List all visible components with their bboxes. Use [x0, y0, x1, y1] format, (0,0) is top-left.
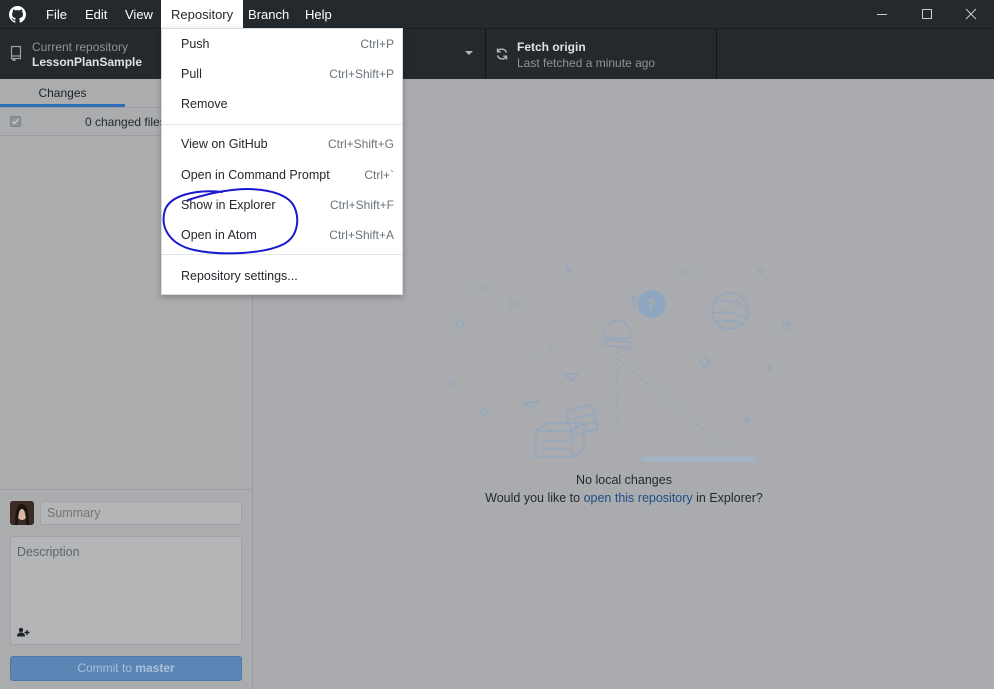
minimize-button[interactable]: [859, 0, 905, 28]
menu-item-push[interactable]: Push Ctrl+P: [162, 31, 402, 57]
menu-edit[interactable]: Edit: [75, 0, 117, 28]
menu-item-open-in-command-prompt[interactable]: Open in Command Prompt Ctrl+`: [162, 162, 402, 188]
show-in-explorer-label: Show in Explorer: [181, 198, 276, 212]
minimize-icon: [877, 14, 887, 15]
toolbar: Current repository LessonPlanSample Fetc…: [0, 28, 994, 80]
menu-item-show-in-explorer[interactable]: Show in Explorer Ctrl+Shift+F: [162, 192, 402, 218]
blank-slate-illustration-icon: ?: [448, 266, 790, 462]
view-on-github-shortcut: Ctrl+Shift+G: [327, 137, 394, 151]
description-placeholder: Description: [17, 545, 80, 559]
close-button[interactable]: [948, 0, 994, 28]
commit-branch-name: master: [135, 661, 175, 675]
select-all-checkbox[interactable]: [10, 116, 21, 127]
no-local-changes-title: No local changes: [576, 473, 672, 487]
last-fetched-text: Last fetched a minute ago: [517, 56, 656, 70]
repository-settings-label: Repository settings...: [181, 269, 298, 283]
show-in-explorer-shortcut: Ctrl+Shift+F: [329, 198, 394, 212]
fetch-origin-button[interactable]: Fetch origin Last fetched a minute ago: [486, 29, 717, 80]
commit-message-area: Description Commit to master: [0, 489, 253, 689]
tab-changes[interactable]: Changes: [0, 79, 125, 107]
hint-prefix: Would you like to: [485, 491, 584, 505]
avatar-image: [10, 501, 34, 525]
changed-files-count: 0 changed files: [85, 115, 166, 129]
open-repository-link[interactable]: open this repository: [584, 491, 693, 505]
fetch-origin-label: Fetch origin: [517, 40, 586, 54]
menu-item-pull[interactable]: Pull Ctrl+Shift+P: [162, 61, 402, 87]
menu-item-view-on-github[interactable]: View on GitHub Ctrl+Shift+G: [162, 131, 402, 157]
maximize-button[interactable]: [904, 0, 950, 28]
description-field[interactable]: Description: [10, 536, 242, 645]
open-in-command-prompt-shortcut: Ctrl+`: [364, 168, 394, 182]
summary-input[interactable]: [40, 501, 242, 525]
push-label: Push: [181, 37, 210, 51]
pull-shortcut: Ctrl+Shift+P: [329, 67, 394, 81]
menu-repository[interactable]: Repository: [161, 0, 244, 28]
commit-button-prefix: Commit to: [77, 661, 136, 675]
remove-label: Remove: [181, 97, 228, 111]
menu-file[interactable]: File: [36, 0, 77, 28]
sync-icon: [496, 48, 508, 60]
check-icon: [12, 118, 19, 125]
svg-text:?: ?: [647, 296, 656, 314]
open-repository-hint: Would you like to open this repository i…: [254, 491, 994, 505]
repository-menu: Push Ctrl+P Pull Ctrl+Shift+P Remove Vie…: [161, 28, 403, 295]
commit-button[interactable]: Commit to master: [10, 656, 242, 681]
close-icon: [965, 8, 977, 20]
open-in-atom-shortcut: Ctrl+Shift+A: [329, 228, 394, 242]
menu-branch[interactable]: Branch: [238, 0, 299, 28]
menu-separator: [162, 124, 402, 125]
title-bar: File Edit View Repository Branch Help: [0, 0, 994, 28]
open-in-atom-label: Open in Atom: [181, 228, 257, 242]
menu-separator: [162, 254, 402, 255]
menu-item-remove[interactable]: Remove: [162, 91, 402, 117]
current-repository-label: Current repository: [32, 40, 129, 54]
menu-view[interactable]: View: [115, 0, 163, 28]
pull-label: Pull: [181, 67, 202, 81]
repo-icon: [10, 45, 22, 61]
open-in-command-prompt-label: Open in Command Prompt: [181, 168, 330, 182]
avatar: [10, 501, 34, 525]
hint-suffix: in Explorer?: [692, 491, 763, 505]
github-logo-icon[interactable]: [9, 6, 26, 23]
chevron-down-icon: [465, 51, 473, 55]
menu-item-repository-settings[interactable]: Repository settings...: [162, 263, 402, 289]
push-shortcut: Ctrl+P: [360, 37, 394, 51]
view-on-github-label: View on GitHub: [181, 137, 268, 151]
add-coauthor-icon[interactable]: [16, 627, 30, 637]
maximize-icon: [922, 9, 932, 19]
menu-help[interactable]: Help: [295, 0, 342, 28]
menu-item-open-in-atom[interactable]: Open in Atom Ctrl+Shift+A: [162, 222, 402, 248]
current-repository-value: LessonPlanSample: [32, 55, 143, 69]
